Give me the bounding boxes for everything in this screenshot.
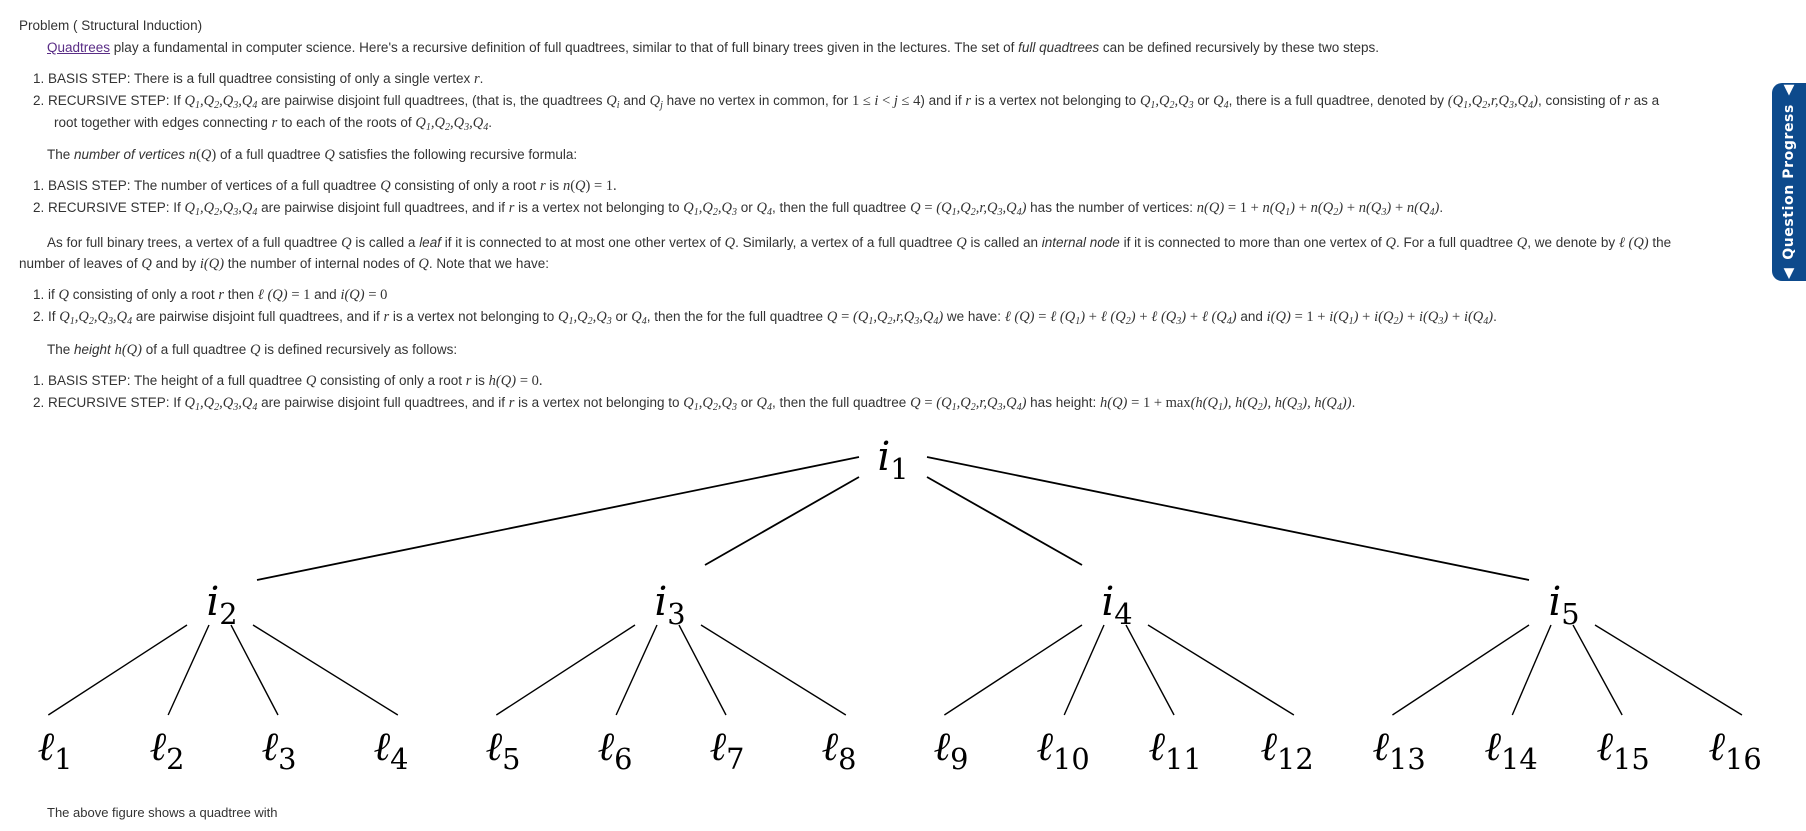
edge-i3-to-leaf <box>700 624 847 716</box>
edge-i5-to-leaf <box>1572 624 1623 716</box>
leaf-node-label: ℓ16 <box>1708 724 1761 776</box>
height-intro: The height h(Q) of a full quadtree Q is … <box>47 342 458 358</box>
edge-i5-to-leaf <box>1594 624 1743 716</box>
quadtree-figure: i1 i2 ℓ1 ℓ2 ℓ3 ℓ4 i3 ℓ5 ℓ6 ℓ7 ℓ8 i4 ℓ9 ℓ10 ℓ11 ℓ12 i5 ℓ13… <box>38 434 1762 776</box>
intro-text-2: can be defined recursively by these two … <box>1099 40 1380 55</box>
edge-i5-to-leaf <box>1392 624 1530 716</box>
edge-i2-to-leaf <box>167 624 210 716</box>
edge-i2-to-leaf <box>252 624 399 716</box>
intro-emphasis: full quadtrees <box>1018 40 1100 55</box>
leaf-node-label: ℓ6 <box>598 724 633 776</box>
leaf-node-label: ℓ9 <box>934 724 969 776</box>
leaf-node-label: ℓ15 <box>1596 724 1649 776</box>
edge-i3-to-leaf <box>495 624 636 716</box>
internal-node-label: i5 <box>1548 579 1579 631</box>
definition-step-2: 2. RECURSIVE STEP: If Q1,Q2,Q3,Q4 are pa… <box>33 93 1660 111</box>
problem-title: Problem ( Structural Induction) <box>19 18 203 33</box>
vertices-step-2: 2. RECURSIVE STEP: If Q1,Q2,Q3,Q4 are pa… <box>33 200 1444 218</box>
height-step-1: 1. BASIS STEP: The height of a full quad… <box>33 373 543 389</box>
leaf-node-label: ℓ7 <box>710 724 745 776</box>
leaf-node-label: ℓ8 <box>822 724 857 776</box>
internal-node-label: i3 <box>654 579 685 631</box>
definition-step-1: 1. BASIS STEP: There is a full quadtree … <box>33 71 484 87</box>
leaf-node-label: ℓ3 <box>262 724 297 776</box>
edge-i3-to-leaf <box>615 624 658 716</box>
edge-i4-to-leaf <box>1063 624 1105 716</box>
leaf-node-label: ℓ14 <box>1484 724 1537 776</box>
leaf-node-label: ℓ13 <box>1372 724 1425 776</box>
edge-root-to-i3 <box>704 476 860 566</box>
edge-i2-to-leaf <box>230 624 279 716</box>
internal-node-label: i2 <box>206 579 237 631</box>
vertices-step-1: 1. BASIS STEP: The number of vertices of… <box>33 178 617 194</box>
edge-i4-to-leaf <box>1147 624 1295 716</box>
question-progress-label: ▲ Question Progress ▲ <box>1781 82 1797 282</box>
quadtrees-link[interactable]: Quadtrees <box>47 40 110 55</box>
height-step-2: 2. RECURSIVE STEP: If Q1,Q2,Q3,Q4 are pa… <box>33 395 1356 413</box>
intro-text-1: play a fundamental in computer science. … <box>110 40 1019 55</box>
leaf-node-label: ℓ11 <box>1148 724 1201 776</box>
question-progress-tab[interactable]: ▲ Question Progress ▲ <box>1772 82 1806 282</box>
edge-i5-to-leaf <box>1511 624 1552 716</box>
internal-node-label: i4 <box>1101 579 1132 631</box>
edge-i4-to-leaf <box>943 624 1083 716</box>
edge-i3-to-leaf <box>678 624 727 716</box>
definition-step-2-cont: root together with edges connecting r to… <box>54 115 492 133</box>
leaf-step-2: 2. If Q1,Q2,Q3,Q4 are pairwise disjoint … <box>33 309 1497 327</box>
leaf-node-label: ℓ5 <box>486 724 521 776</box>
intro-paragraph: Quadtrees play a fundamental in computer… <box>47 39 1379 57</box>
edge-i2-to-leaf <box>47 624 188 716</box>
edge-root-to-i5 <box>926 456 1530 581</box>
leaf-node-label: ℓ1 <box>38 724 73 776</box>
leaf-paragraph: As for full binary trees, a vertex of a … <box>47 235 1672 251</box>
edge-root-to-i2 <box>256 456 860 581</box>
leaf-node-label: ℓ4 <box>374 724 409 776</box>
leaf-node-label: ℓ12 <box>1260 724 1313 776</box>
root-node-label: i1 <box>877 434 908 486</box>
leaf-step-1: 1. if Q consisting of only a root r then… <box>33 287 388 303</box>
edge-root-to-i4 <box>926 476 1083 566</box>
edge-i4-to-leaf <box>1125 624 1175 716</box>
leaf-node-label: ℓ2 <box>150 724 185 776</box>
leaf-node-label: ℓ10 <box>1036 724 1089 776</box>
figure-caption: The above figure shows a quadtree with <box>47 805 278 820</box>
vertices-intro: The number of vertices n(Q) of a full qu… <box>47 147 578 163</box>
leaf-paragraph-cont: number of leaves of Q and by i(Q) the nu… <box>19 256 549 272</box>
